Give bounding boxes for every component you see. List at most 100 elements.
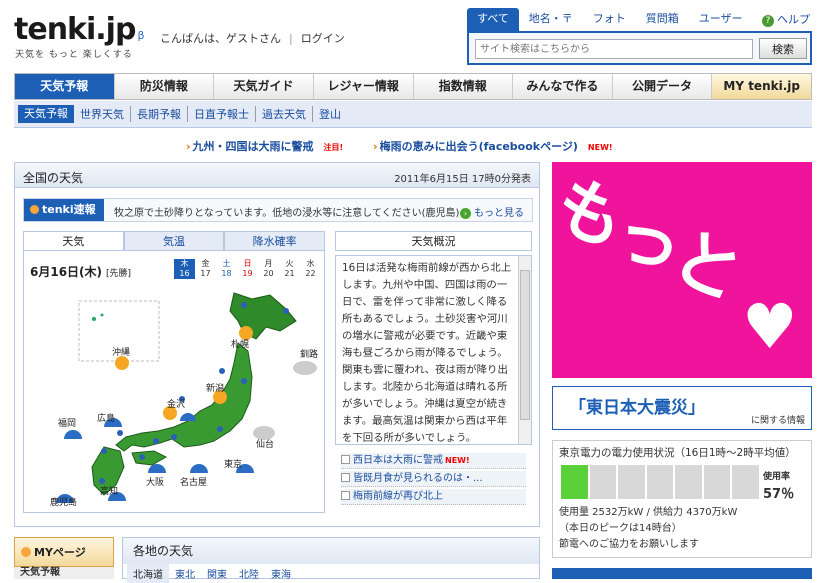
tenki-dot-icon	[30, 205, 39, 214]
city-label[interactable]: 福岡	[58, 416, 76, 429]
help-link[interactable]: ? ヘルプ	[762, 11, 810, 27]
motto-banner-ad[interactable]: もっと ♥	[552, 162, 812, 378]
gnav-leisure[interactable]: レジャー情報	[314, 74, 414, 99]
day-button[interactable]: 日 19	[237, 259, 258, 279]
sun-icon	[115, 356, 129, 370]
power-bar-segment	[589, 465, 617, 499]
day-weekday: 水	[306, 259, 315, 268]
arrow-icon: ›	[373, 140, 378, 153]
panel-title: 全国の天気	[23, 171, 84, 185]
gnav-index[interactable]: 指数情報	[414, 74, 514, 99]
issue-date: 2011年6月15日 17時0分発表	[394, 174, 531, 185]
flash-more-link[interactable]: › もっと見る	[460, 204, 524, 219]
overview-link[interactable]: 梅雨前線が再び北上	[341, 489, 526, 505]
search-box: 検索	[467, 31, 812, 65]
tab-precipitation[interactable]: 降水確率	[224, 231, 326, 250]
search-tabs: すべて 地名・〒 フォト 質問箱 ユーザー	[467, 8, 753, 32]
city-label[interactable]: 金沢	[167, 397, 185, 410]
day-number: 22	[305, 269, 316, 278]
tab-temperature[interactable]: 気温	[123, 231, 225, 250]
search-tab-user[interactable]: ユーザー	[689, 8, 753, 32]
ad-text: もっと	[552, 164, 751, 315]
search-tab-photo[interactable]: フォト	[583, 8, 636, 32]
day-button[interactable]: 金 17	[195, 259, 216, 279]
login-link[interactable]: ログイン	[301, 32, 345, 45]
day-selector: 木 16 金 17 土 18 日 19 月 20 火 21 水 22	[174, 259, 321, 279]
city-label[interactable]: 広島	[97, 411, 115, 424]
ticker-badge-2: NEW!	[587, 143, 613, 152]
region-tab[interactable]: 東北	[169, 564, 201, 583]
gnav-my-tenki[interactable]: MY tenki.jp	[712, 74, 811, 99]
day-weekday: 金	[201, 259, 210, 268]
subnav-forecaster[interactable]: 日直予報士	[188, 106, 256, 122]
umbrella-icon	[64, 430, 82, 439]
gnav-disaster[interactable]: 防災情報	[115, 74, 215, 99]
region-tab[interactable]: 関東	[201, 564, 233, 583]
city-label[interactable]: 仙台	[256, 437, 274, 450]
earthquake-banner[interactable]: 「東日本大震災」 に関する情報	[552, 386, 812, 430]
day-button[interactable]: 水 22	[300, 259, 321, 279]
gnav-guide[interactable]: 天気ガイド	[214, 74, 314, 99]
subnav-forecast[interactable]: 天気予報	[18, 105, 74, 123]
overview-link[interactable]: 西日本は大雨に警戒 NEW!	[341, 453, 526, 469]
tab-weather[interactable]: 天気	[23, 231, 124, 250]
day-button[interactable]: 火 21	[279, 259, 300, 279]
flash-text[interactable]: 牧之原で土砂降りとなっています。低地の浸水等に注意してください(鹿児島)	[114, 204, 459, 219]
city-label[interactable]: 名古屋	[180, 475, 207, 488]
scroll-thumb[interactable]	[520, 270, 530, 420]
search-input[interactable]	[475, 39, 753, 59]
overview-link-label: 梅雨前線が再び北上	[353, 491, 443, 502]
city-label[interactable]: 釧路	[300, 347, 318, 360]
flash-badge: tenki速報	[24, 199, 104, 221]
city-label[interactable]: 高知	[100, 484, 118, 497]
subnav-past[interactable]: 過去天気	[256, 106, 313, 122]
usage-rate-label: 使用率	[763, 472, 791, 482]
gnav-forecast[interactable]: 天気予報	[15, 74, 115, 99]
power-bar-segment	[732, 465, 760, 499]
subnav-world[interactable]: 世界天気	[74, 106, 131, 122]
city-label[interactable]: 大阪	[146, 475, 164, 488]
subnav-long[interactable]: 長期予報	[131, 106, 188, 122]
power-peak-text: （本日のピークは14時台）	[559, 523, 682, 534]
city-label[interactable]: 札幌	[231, 337, 249, 350]
overview-scrollbar[interactable]	[518, 256, 531, 444]
heart-icon: ♥	[742, 290, 798, 363]
gnav-opendata[interactable]: 公開データ	[613, 74, 713, 99]
day-button[interactable]: 土 18	[216, 259, 237, 279]
mypage-box[interactable]: MYページ	[14, 537, 114, 567]
region-tab[interactable]: 東海	[265, 564, 297, 583]
flash-more-label: もっと見る	[474, 208, 524, 219]
city-label[interactable]: 東京	[224, 457, 242, 470]
bottom-right-bar	[552, 568, 812, 579]
earthquake-title: 「東日本大震災」	[569, 398, 705, 418]
city-label[interactable]: 沖縄	[112, 345, 130, 358]
city-label[interactable]: 鹿児島	[50, 495, 77, 508]
overview-link[interactable]: 皆既月食が見られるのは・...	[341, 471, 526, 487]
day-button[interactable]: 月 20	[258, 259, 279, 279]
subnav-mountain[interactable]: 登山	[313, 106, 347, 122]
search-button[interactable]: 検索	[759, 38, 807, 59]
region-tab[interactable]: 北海道	[127, 564, 169, 583]
ticker-link-2[interactable]: 梅雨の恵みに出会う(facebookページ)	[380, 140, 578, 153]
day-number: 18	[221, 269, 232, 278]
search-tab-qa[interactable]: 質問箱	[636, 8, 689, 32]
city-label[interactable]: 新潟	[206, 381, 224, 394]
search-tab-place[interactable]: 地名・〒	[519, 8, 583, 32]
power-title: 東京電力の電力使用状況（16日1時～2時平均値）	[559, 447, 796, 459]
mypage-item[interactable]: 天気予報	[14, 567, 114, 579]
ticker-link-1[interactable]: 九州・四国は大雨に警戒	[193, 140, 314, 153]
weather-map: 6月16日(木) [先勝] 木 16 金 17 土 18 日 19 月 20 火 21 水 22	[23, 251, 325, 513]
greeting-text: こんばんは、ゲストさん	[160, 32, 281, 45]
map-date-label: 6月16日(木)	[30, 265, 103, 279]
usage-rate: 57％	[763, 487, 795, 502]
overview-text: 16日は活発な梅雨前線が西から北上します。九州や中国、四国は雨の一日で、雷を伴っ…	[342, 262, 512, 442]
region-tab[interactable]: 北陸	[233, 564, 265, 583]
overview-box: 16日は活発な梅雨前線が西から北上します。九州や中国、四国は雨の一日で、雷を伴っ…	[335, 255, 532, 445]
tagline: 天気を もっと 楽しくする	[15, 50, 133, 60]
day-button[interactable]: 木 16	[174, 259, 195, 279]
new-badge: NEW!	[445, 456, 470, 465]
rokuyo: [先勝]	[106, 269, 132, 279]
search-tab-all[interactable]: すべて	[467, 8, 519, 32]
beta-mark: β	[137, 29, 144, 42]
gnav-community[interactable]: みんなで作る	[513, 74, 613, 99]
